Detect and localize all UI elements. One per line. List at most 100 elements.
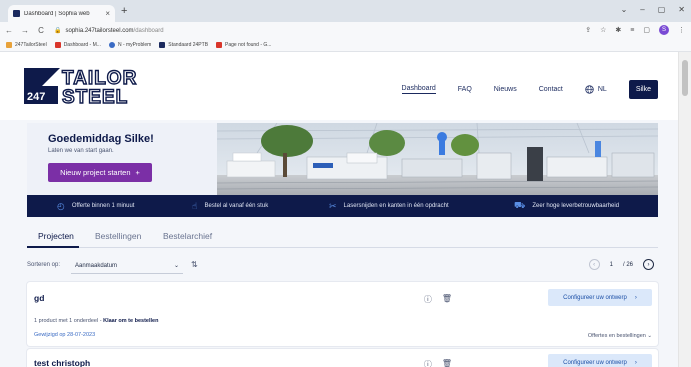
menu-icon[interactable]: ⋮: [678, 26, 685, 34]
delete-icon[interactable]: 🗑: [442, 294, 452, 305]
laser-icon: ✂: [329, 200, 337, 211]
extensions-icon[interactable]: ✱: [615, 26, 621, 34]
maximize-button[interactable]: ▢: [658, 5, 666, 14]
greeting-title: Goedemiddag Silke!: [48, 133, 154, 145]
bookmark-item[interactable]: N - myProblem: [108, 42, 152, 48]
bookmarks-bar: 247TailorSteel Dashboard - M... N - myPr…: [0, 39, 691, 52]
page-scrollbar[interactable]: [678, 52, 691, 367]
chevron-right-icon: ›: [634, 294, 637, 301]
project-summary: 1 product met 1 onderdeel - Klaar om te …: [34, 318, 158, 324]
nav-faq[interactable]: FAQ: [458, 86, 472, 93]
project-parts: 1 product met 1 onderdeel -: [34, 318, 104, 324]
info-icon[interactable]: ⓘ: [424, 359, 432, 367]
bookmark-item[interactable]: Page not found - G...: [216, 42, 271, 48]
extension-icons: ⇪ ☆ ✱ ≡ ▢ S ⋮: [585, 25, 685, 35]
bookmark-item[interactable]: 247TailorSteel: [6, 42, 47, 48]
sort-direction-icon[interactable]: ⇅: [191, 260, 198, 269]
reload-icon[interactable]: C: [34, 26, 48, 35]
bookmark-label: Dashboard - M...: [63, 42, 101, 48]
lock-icon: 🔒: [54, 28, 62, 34]
nav-nieuws[interactable]: Nieuws: [494, 86, 517, 93]
bookmark-label: 247TailorSteel: [15, 42, 47, 48]
reading-list-icon[interactable]: ≡: [630, 27, 634, 34]
tailorsteel-logo[interactable]: 247 TAILOR STEEL: [24, 66, 160, 106]
sort-label: Sorteren op:: [27, 262, 61, 268]
new-project-label: Nieuw project starten: [60, 168, 131, 177]
usp-label: Bestel al vanaf één stuk: [204, 203, 269, 209]
browser-window: Dashboard | Sophia web × + ⌄ – ▢ ✕ ← → C…: [0, 0, 691, 367]
usp-item: ☝ Bestel al vanaf één stuk: [192, 201, 268, 212]
project-actions: ⓘ 🗑: [424, 359, 452, 367]
delete-icon[interactable]: 🗑: [442, 359, 452, 367]
url-input[interactable]: 🔒 sophia.247tailorsteel.com /dashboard: [54, 24, 574, 37]
page-content: 247 TAILOR STEEL Dashboard FAQ Nieuws Co…: [0, 52, 678, 367]
active-tab-indicator: [27, 246, 79, 248]
total-pages: / 26: [622, 261, 633, 268]
quotes-orders-toggle[interactable]: Offertes en bestellingen ⌄: [588, 333, 652, 339]
tab-strip: Dashboard | Sophia web × + ⌄ – ▢ ✕: [0, 0, 691, 22]
current-page[interactable]: 1: [610, 262, 613, 268]
project-name[interactable]: test christoph: [34, 358, 90, 367]
window-controls: ⌄ – ▢ ✕: [621, 5, 685, 14]
project-tabs: Projecten Bestellingen Bestelarchief: [27, 226, 658, 248]
forward-icon[interactable]: →: [18, 26, 32, 35]
address-bar-row: ← → C 🔒 sophia.247tailorsteel.com /dashb…: [0, 22, 691, 39]
previous-page-button[interactable]: ‹: [588, 259, 600, 270]
globe-icon: [585, 85, 594, 94]
bookmark-icon: [159, 42, 166, 48]
favicon-icon: [13, 10, 20, 17]
site-header: 247 TAILOR STEEL Dashboard FAQ Nieuws Co…: [0, 52, 678, 120]
tab-projecten[interactable]: Projecten: [38, 231, 74, 241]
close-tab-icon[interactable]: ×: [105, 9, 110, 18]
greeting-subtitle: Laten we van start gaan.: [48, 148, 114, 154]
close-window-button[interactable]: ✕: [678, 5, 685, 14]
profile-avatar[interactable]: S: [659, 25, 669, 35]
plus-icon: +: [135, 168, 140, 177]
bookmark-label: Page not found - G...: [225, 42, 272, 48]
back-icon[interactable]: ←: [2, 26, 16, 35]
bookmark-icon: [6, 42, 12, 48]
project-date: Gewijzigd op 28-07-2023: [34, 332, 96, 338]
project-name[interactable]: gd: [34, 293, 44, 303]
tab-title: Dashboard | Sophia web: [24, 10, 90, 17]
new-project-button[interactable]: Nieuw project starten +: [48, 163, 152, 182]
configure-design-button[interactable]: Configureer uw ontwerp ›: [548, 289, 652, 306]
browser-tab[interactable]: Dashboard | Sophia web ×: [8, 5, 115, 22]
chevron-down-icon: ⌄: [173, 263, 179, 269]
info-icon[interactable]: ⓘ: [424, 294, 432, 305]
logo-bottom: STEEL: [62, 87, 128, 106]
usp-item: ✂ Lasersnijden en kanten in één opdracht: [329, 201, 449, 212]
scrollbar-thumb[interactable]: [682, 60, 688, 96]
hand-icon: ☝: [192, 200, 198, 211]
nav-dashboard[interactable]: Dashboard: [401, 85, 436, 94]
truck-icon: ⛟: [514, 200, 526, 210]
tab-bestellingen[interactable]: Bestellingen: [95, 231, 141, 241]
configure-design-button[interactable]: Configureer uw ontwerp ›: [548, 354, 652, 367]
factory-photo: [217, 123, 658, 195]
sort-value: Aanmaakdatum: [75, 262, 118, 269]
bookmark-icon: [216, 42, 223, 48]
sort-select[interactable]: Aanmaakdatum ⌄: [71, 258, 183, 274]
sidebar-icon[interactable]: ▢: [643, 26, 650, 34]
user-menu-button[interactable]: Silke: [628, 80, 658, 99]
new-tab-button[interactable]: +: [121, 6, 127, 17]
bookmark-label: N - myProblem: [117, 42, 152, 48]
nav-contact[interactable]: Contact: [539, 86, 563, 93]
project-actions: ⓘ 🗑: [424, 294, 452, 305]
language-selector[interactable]: NL: [585, 85, 607, 94]
tab-bestelarchief[interactable]: Bestelarchief: [163, 231, 212, 241]
usp-label: Lasersnijden en kanten in één opdracht: [343, 203, 449, 209]
usp-label: Offerte binnen 1 minuut: [71, 203, 135, 209]
star-icon[interactable]: ☆: [600, 26, 606, 34]
project-status: Klaar om te bestellen: [103, 318, 159, 324]
configure-label: Configureer uw ontwerp: [563, 359, 627, 366]
tab-search-icon[interactable]: ⌄: [621, 5, 628, 14]
url-path: /dashboard: [133, 27, 164, 34]
url-host: sophia.247tailorsteel.com: [65, 27, 134, 34]
bookmark-item[interactable]: Dashboard - M...: [54, 42, 101, 48]
next-page-button[interactable]: ›: [643, 259, 654, 270]
clock-icon: ◴: [57, 200, 65, 211]
share-icon[interactable]: ⇪: [585, 26, 591, 34]
minimize-button[interactable]: –: [640, 5, 644, 14]
bookmark-item[interactable]: Standaard 24PTB: [159, 42, 208, 48]
